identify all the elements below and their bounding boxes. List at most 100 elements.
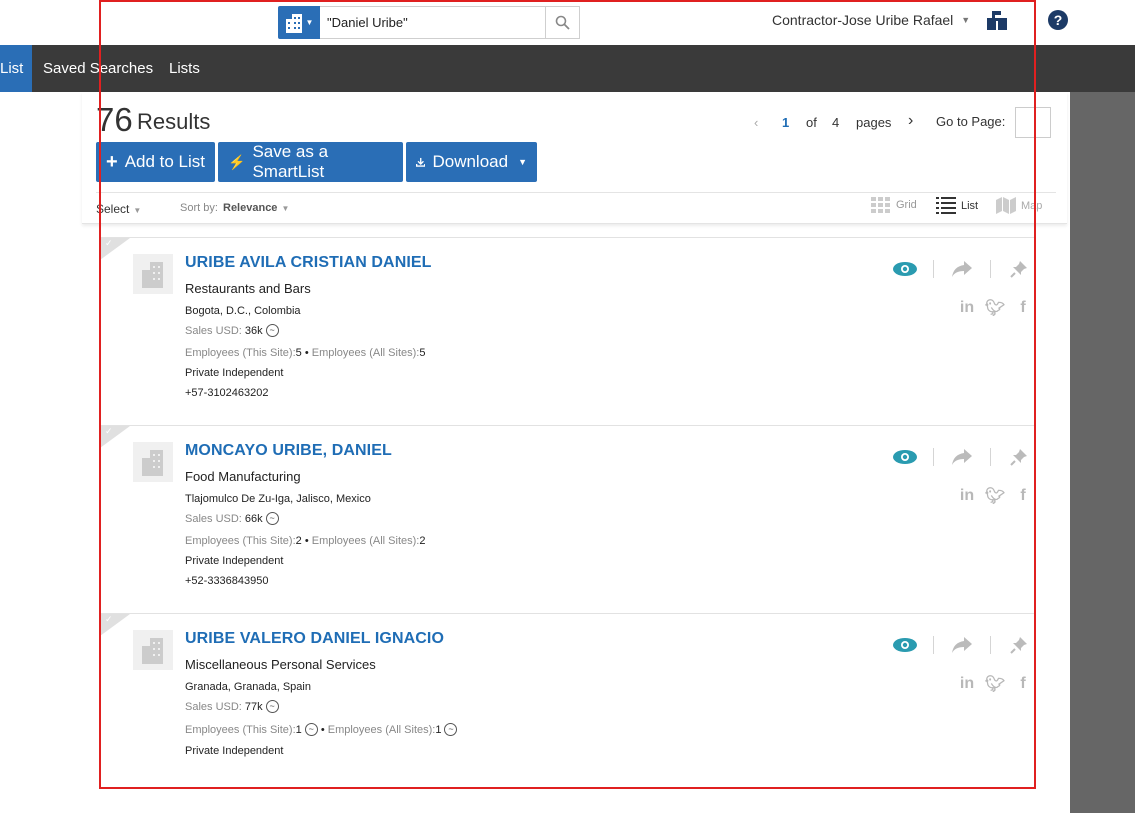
grid-icon xyxy=(871,197,890,213)
employees-site-value: 1 xyxy=(295,723,302,736)
view-list-label: List xyxy=(961,199,979,212)
select-dropdown[interactable]: Select ▼ xyxy=(96,202,141,216)
company-name-link[interactable]: URIBE AVILA CRISTIAN DANIEL xyxy=(185,254,432,272)
twitter-icon[interactable]: 🐦︎ xyxy=(985,298,1005,318)
eye-icon[interactable] xyxy=(891,637,919,653)
chevron-down-icon: ▼ xyxy=(305,18,314,27)
add-to-list-label: Add to List xyxy=(124,152,206,171)
share-icon[interactable] xyxy=(948,448,976,466)
save-smartlist-button[interactable]: ⚡ Save as a SmartList xyxy=(218,142,403,182)
trend-icon[interactable]: ~ xyxy=(265,700,279,713)
save-smartlist-label: Save as a SmartList xyxy=(252,142,329,181)
company-industry: Miscellaneous Personal Services xyxy=(185,657,376,672)
employees-all-label: Employees (All Sites): xyxy=(311,347,420,359)
sales-label: Sales USD: xyxy=(185,324,242,337)
employees-site-label: Employees (This Site): xyxy=(185,723,296,736)
divider xyxy=(990,260,991,278)
chevron-down-icon: ▼ xyxy=(961,15,971,25)
twitter-icon[interactable]: 🐦︎ xyxy=(985,674,1005,694)
pages-label: pages xyxy=(856,115,892,130)
twitter-icon[interactable]: 🐦︎ xyxy=(985,486,1005,506)
goto-page-label: Go to Page: xyxy=(936,114,1006,129)
trend-icon[interactable]: ~ xyxy=(304,723,318,736)
trend-icon[interactable]: ~ xyxy=(265,512,279,525)
sales-value: 36k xyxy=(244,324,263,337)
building-icon xyxy=(285,13,302,33)
company-location: Bogota, D.C., Colombia xyxy=(185,305,301,317)
facebook-icon[interactable]: f xyxy=(1013,487,1033,505)
card-actions xyxy=(891,448,1033,466)
sales-value: 66k xyxy=(244,512,263,525)
next-page-button[interactable]: › xyxy=(908,112,913,130)
company-phone: +57-3102463202 xyxy=(185,387,269,399)
eye-icon[interactable] xyxy=(891,261,919,277)
side-panel-backdrop xyxy=(1070,92,1135,813)
nav-tab-list[interactable]: List xyxy=(0,45,32,92)
trend-icon[interactable]: ~ xyxy=(444,723,458,736)
select-label: Select xyxy=(96,202,130,216)
facebook-icon[interactable]: f xyxy=(1013,675,1033,693)
user-menu[interactable]: Contractor-Jose Uribe Rafael ▼ xyxy=(772,12,970,28)
sales-row: Sales USD: 66k ~ xyxy=(185,512,279,525)
list-icon xyxy=(936,197,956,214)
employees-site-value: 5 xyxy=(295,347,302,359)
pin-icon[interactable] xyxy=(1005,260,1033,278)
view-map-label: Map xyxy=(1021,199,1043,212)
sales-label: Sales USD: xyxy=(185,512,242,525)
divider xyxy=(933,636,934,654)
search-button[interactable] xyxy=(545,6,580,39)
prev-page-button[interactable]: ‹ xyxy=(754,115,758,130)
employees-row: Employees (This Site): 2 • Employees (All… xyxy=(185,535,426,547)
sales-row: Sales USD: 36k ~ xyxy=(185,324,279,337)
download-button[interactable]: Download ▼ xyxy=(406,142,537,182)
social-links: in 🐦︎ f xyxy=(957,298,1033,318)
trend-icon[interactable]: ~ xyxy=(265,324,279,337)
mailbox-icon[interactable] xyxy=(985,9,1009,36)
search-type-dropdown[interactable]: ▼ xyxy=(278,6,320,39)
employees-site-value: 2 xyxy=(295,535,302,547)
view-list-button[interactable]: List xyxy=(936,197,978,214)
view-map-button[interactable]: Map xyxy=(996,197,1042,214)
employees-site-label: Employees (This Site): xyxy=(185,347,296,359)
company-phone: +52-3336843950 xyxy=(185,575,269,587)
pin-icon[interactable] xyxy=(1005,636,1033,654)
view-grid-button[interactable]: Grid xyxy=(871,197,917,213)
pin-icon[interactable] xyxy=(1005,448,1033,466)
sort-dropdown[interactable]: Relevance ▼ xyxy=(223,202,289,214)
linkedin-icon[interactable]: in xyxy=(957,487,977,505)
facebook-icon[interactable]: f xyxy=(1013,299,1033,317)
sort-label: Sort by: xyxy=(180,202,218,214)
chevron-down-icon: ▼ xyxy=(518,157,527,167)
sort-value: Relevance xyxy=(223,202,278,214)
user-name: Contractor-Jose Uribe Rafael xyxy=(772,12,954,28)
nav-tab-saved-searches[interactable]: Saved Searches xyxy=(43,45,153,92)
linkedin-icon[interactable]: in xyxy=(957,299,977,317)
goto-page-input[interactable] xyxy=(1015,107,1051,138)
chevron-down-icon: ▼ xyxy=(133,206,142,215)
divider xyxy=(990,448,991,466)
sales-label: Sales USD: xyxy=(185,700,242,713)
company-location: Tlajomulco De Zu-Iga, Jalisco, Mexico xyxy=(185,493,371,505)
company-name-link[interactable]: MONCAYO URIBE, DANIEL xyxy=(185,442,392,460)
employees-all-value: 1 xyxy=(435,723,442,736)
nav-tab-lists[interactable]: Lists xyxy=(169,45,200,92)
main-nav: List Saved Searches Lists xyxy=(0,45,1135,92)
top-header: ▼ Contractor-Jose Uribe Rafael ▼ ? xyxy=(0,0,1135,45)
divider xyxy=(96,192,1056,193)
check-icon: ✓ xyxy=(105,426,113,436)
help-icon[interactable]: ? xyxy=(1048,10,1068,30)
search-icon xyxy=(555,15,570,30)
share-icon[interactable] xyxy=(948,260,976,278)
company-name-link[interactable]: URIBE VALERO DANIEL IGNACIO xyxy=(185,630,444,648)
eye-icon[interactable] xyxy=(891,449,919,465)
linkedin-icon[interactable]: in xyxy=(957,675,977,693)
add-to-list-button[interactable]: + Add to List xyxy=(96,142,215,182)
building-icon xyxy=(142,262,163,288)
share-icon[interactable] xyxy=(948,636,976,654)
employees-all-value: 5 xyxy=(419,347,426,359)
card-actions xyxy=(891,260,1033,278)
employees-row: Employees (This Site): 1 ~ • Employees (Al… xyxy=(185,723,458,736)
search-input[interactable] xyxy=(320,6,546,39)
total-pages: 4 xyxy=(832,115,840,130)
employees-all-label: Employees (All Sites): xyxy=(327,723,436,736)
